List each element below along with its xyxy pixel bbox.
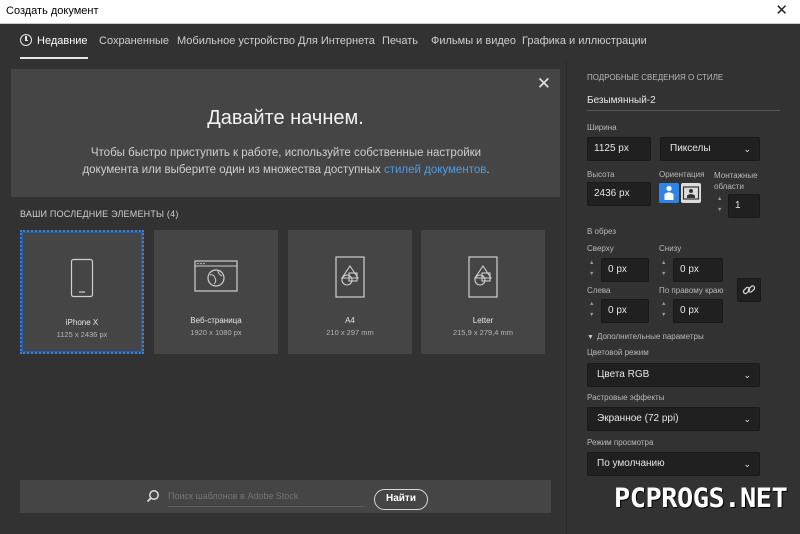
units-value: Пикселы [670, 143, 711, 154]
bleed-bottom-field[interactable]: 0 px [673, 258, 723, 282]
tab-art-illustration[interactable]: Графика и иллюстрации [522, 24, 647, 59]
tab-film-video[interactable]: Фильмы и видео [431, 24, 516, 59]
bleed-label: В обрез [587, 227, 616, 236]
bleed-top-stepper[interactable] [587, 258, 599, 282]
portrait-person-icon [659, 185, 679, 207]
category-tabs: Недавние Сохраненные Мобильное устройств… [0, 24, 800, 60]
bleed-bottom-stepper[interactable] [659, 258, 671, 282]
link-bleed-button[interactable] [737, 278, 761, 302]
recent-heading-label: ВАШИ ПОСЛЕДНИЕ ЭЛЕМЕНТЫ [20, 209, 165, 219]
window-title: Создать документ [6, 5, 99, 17]
artboards-label-line2: области [714, 182, 744, 191]
welcome-desc-end: . [486, 164, 490, 176]
preview-mode-select[interactable]: По умолчанию ⌄ [587, 452, 760, 476]
stock-search-input[interactable] [168, 485, 364, 507]
artboards-stepper[interactable] [715, 194, 727, 218]
advanced-options-label: Дополнительные параметры [596, 332, 704, 341]
artboards-field[interactable]: 1 [728, 194, 760, 218]
raster-effects-value: Экранное (72 ppi) [597, 413, 679, 424]
preset-card-iphone-x[interactable]: iPhone X 1125 x 2436 px [20, 230, 144, 354]
tab-print[interactable]: Печать [382, 24, 418, 59]
portrait-orientation-button[interactable] [659, 183, 679, 203]
window-close-button[interactable]: ✕ [775, 2, 788, 20]
raster-effects-label: Растровые эффекты [587, 393, 665, 402]
height-field[interactable]: 2436 px [587, 182, 651, 206]
welcome-banner: ✕ Давайте начнем. Чтобы быстро приступит… [11, 69, 560, 197]
document-shapes-icon [468, 256, 498, 303]
tab-web[interactable]: Для Интернета [298, 24, 375, 59]
bleed-left-field[interactable]: 0 px [601, 299, 649, 323]
chevron-down-icon: ⌄ [743, 370, 751, 380]
chevron-down-icon: ⌄ [743, 414, 751, 424]
clock-icon [20, 34, 32, 46]
bleed-right-field[interactable]: 0 px [673, 299, 723, 323]
preset-name: A4 [345, 316, 355, 325]
welcome-desc-line1: Чтобы быстро приступить к работе, исполь… [90, 147, 482, 159]
document-presets-link[interactable]: стилей документов [384, 164, 486, 176]
watermark-text: PCPROGS.NET [614, 483, 788, 514]
advanced-options-toggle[interactable]: ▼ Дополнительные параметры [587, 332, 704, 341]
find-button[interactable]: Найти [374, 489, 428, 510]
width-field[interactable]: 1125 px [587, 137, 651, 161]
recent-count: (4) [166, 209, 179, 219]
chevron-down-icon: ⌄ [743, 459, 751, 469]
bleed-top-label: Сверху [587, 244, 614, 253]
tab-saved[interactable]: Сохраненные [99, 24, 169, 59]
recent-items-heading: ВАШИ ПОСЛЕДНИЕ ЭЛЕМЕНТЫ (4) [20, 209, 179, 219]
welcome-desc-line2: документа или выберите один из множества… [82, 164, 384, 176]
banner-close-button[interactable]: ✕ [537, 75, 551, 93]
preset-size: 210 x 297 mm [326, 328, 374, 337]
preset-size: 1920 x 1080 px [190, 328, 242, 337]
details-heading: ПОДРОБНЫЕ СВЕДЕНИЯ О СТИЛЕ [587, 73, 724, 82]
search-icon [146, 489, 160, 508]
tab-recent-label: Недавние [37, 35, 88, 47]
bleed-right-label: По правому краю [659, 286, 724, 295]
presets-area: ✕ Давайте начнем. Чтобы быстро приступит… [0, 60, 566, 534]
tab-recent[interactable]: Недавние [20, 24, 88, 59]
preset-card-a4[interactable]: A4 210 x 297 mm [288, 230, 412, 354]
welcome-description: Чтобы быстро приступить к работе, исполь… [81, 145, 491, 179]
color-mode-value: Цвета RGB [597, 369, 650, 380]
units-select[interactable]: Пикселы ⌄ [660, 137, 760, 161]
preset-name: iPhone X [65, 318, 99, 327]
height-label: Высота [587, 170, 615, 179]
preview-mode-label: Режим просмотра [587, 438, 654, 447]
document-shapes-icon [335, 256, 365, 303]
phone-icon [70, 258, 94, 303]
bleed-left-label: Слева [587, 286, 611, 295]
bleed-bottom-label: Снизу [659, 244, 682, 253]
bleed-left-stepper[interactable] [587, 299, 599, 323]
landscape-orientation-button[interactable] [681, 183, 701, 203]
web-page-icon [194, 260, 238, 297]
color-mode-select[interactable]: Цвета RGB ⌄ [587, 363, 760, 387]
preset-size: 215,9 x 279,4 mm [452, 328, 514, 337]
preset-card-letter[interactable]: Letter 215,9 x 279,4 mm [421, 230, 545, 354]
preset-card-web-page[interactable]: Веб-страница 1920 x 1080 px [154, 230, 278, 354]
artboards-label-line1: Монтажные [714, 171, 758, 180]
tab-mobile[interactable]: Мобильное устройство [177, 24, 295, 59]
link-icon [738, 285, 760, 305]
landscape-person-icon [681, 186, 701, 207]
color-mode-label: Цветовой режим [587, 348, 649, 357]
window-title-bar: Создать документ ✕ [0, 0, 800, 24]
preset-name: Веб-страница [190, 316, 242, 325]
preview-mode-value: По умолчанию [597, 458, 665, 469]
orientation-label: Ориентация [659, 170, 705, 179]
raster-effects-select[interactable]: Экранное (72 ppi) ⌄ [587, 407, 760, 431]
triangle-down-icon: ▼ [587, 334, 594, 341]
document-name-field[interactable]: Безымянный-2 [587, 91, 780, 111]
bleed-top-field[interactable]: 0 px [601, 258, 649, 282]
preset-details-panel: ПОДРОБНЫЕ СВЕДЕНИЯ О СТИЛЕ Безымянный-2 … [566, 60, 800, 534]
preset-size: 1125 x 2436 px [56, 330, 108, 339]
chevron-down-icon: ⌄ [743, 144, 751, 154]
welcome-heading: Давайте начнем. [207, 107, 364, 129]
preset-name: Letter [472, 316, 494, 325]
artboards-label: Монтажные области [714, 170, 758, 192]
stock-search-bar: Найти [20, 480, 551, 513]
bleed-right-stepper[interactable] [659, 299, 671, 323]
width-label: Ширина [587, 123, 617, 132]
